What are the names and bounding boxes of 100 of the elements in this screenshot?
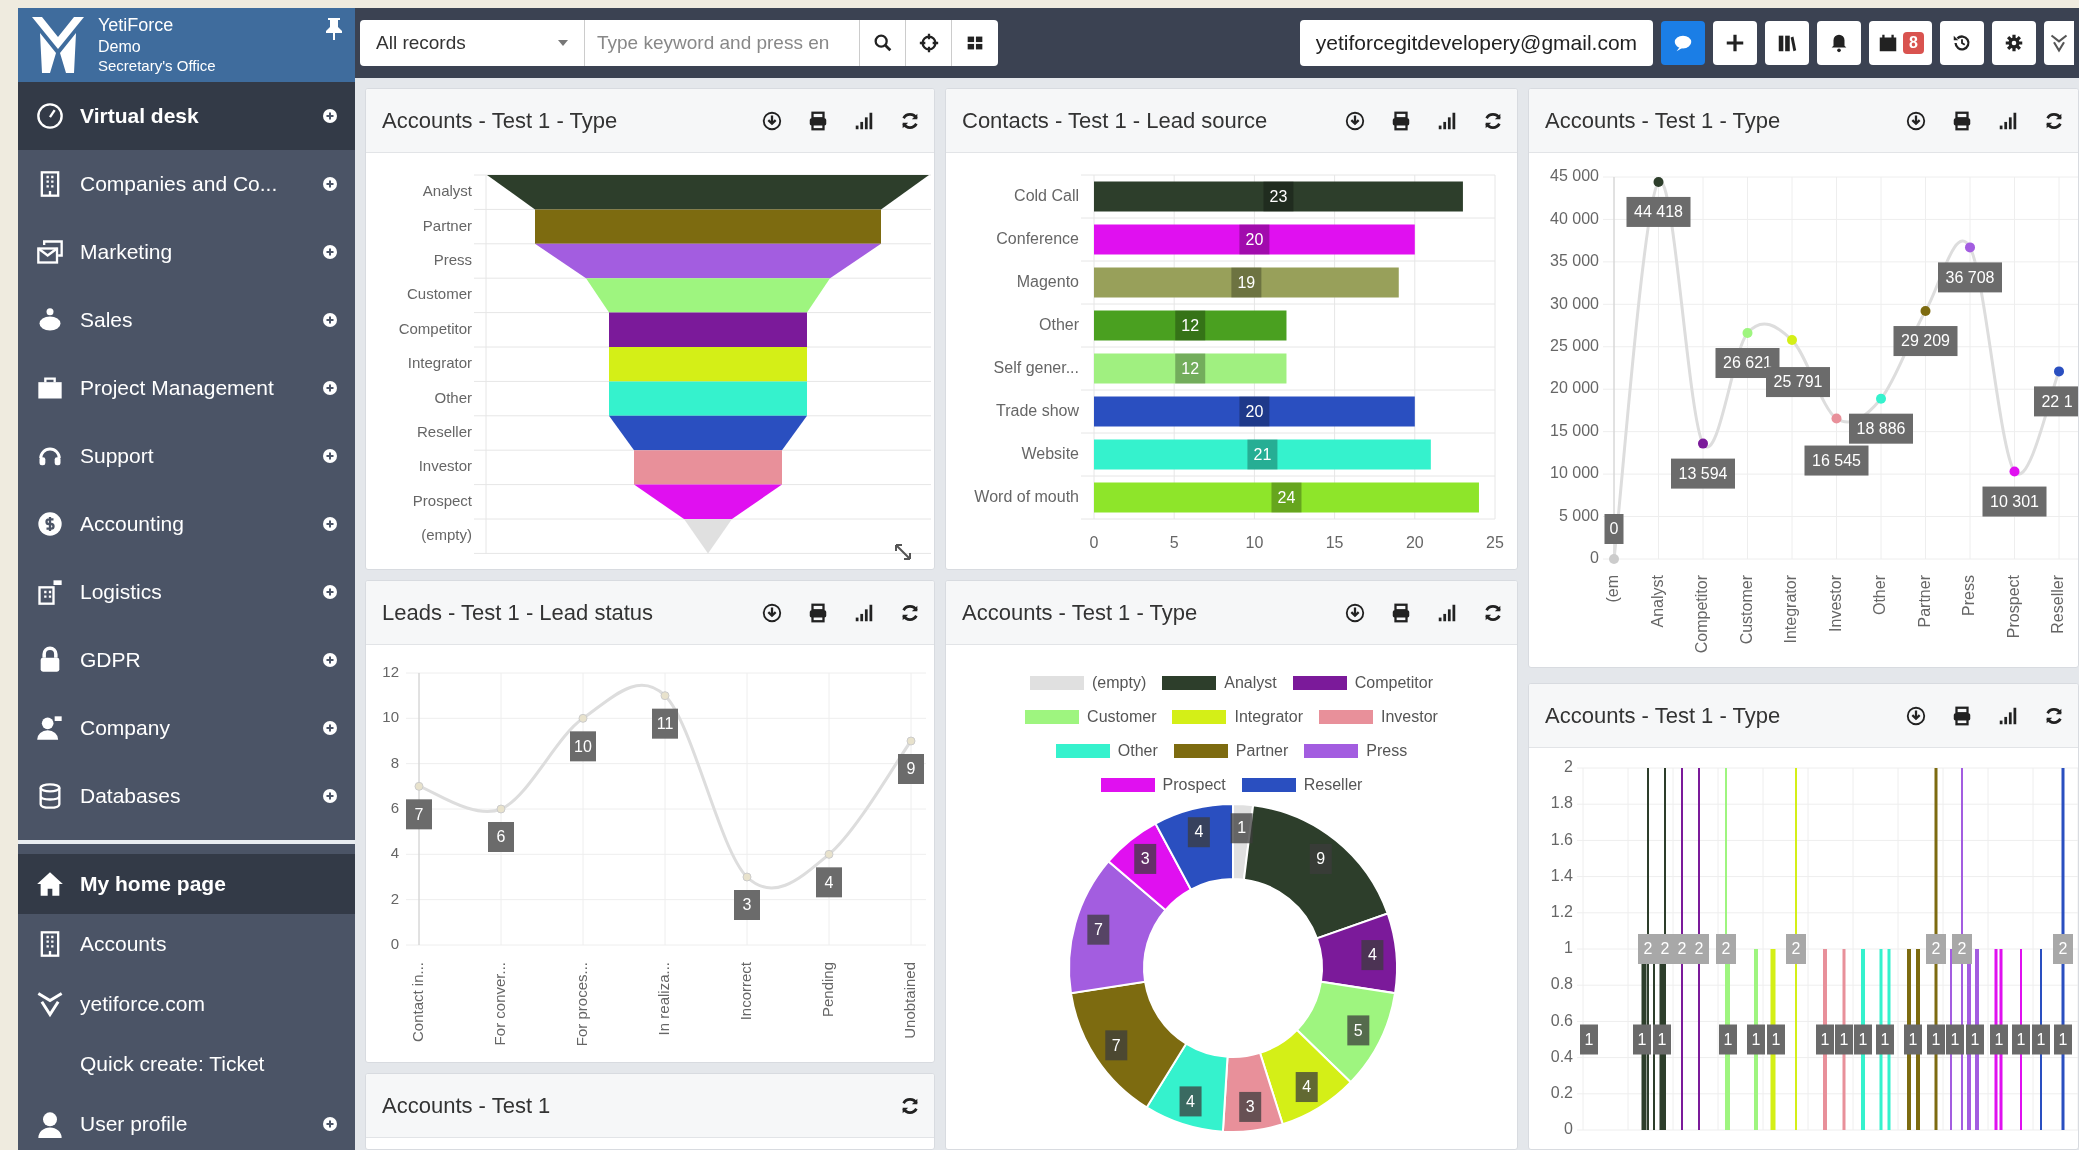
legend-label[interactable]: Prospect — [1162, 773, 1226, 797]
data-label: 24 — [1271, 482, 1302, 513]
add-button[interactable] — [1713, 21, 1758, 65]
data-label: 3 — [1239, 1091, 1262, 1122]
legend-label[interactable]: (empty) — [1092, 671, 1147, 695]
data-point — [578, 713, 588, 723]
data-label: 2 — [2053, 934, 2073, 964]
plus-circle-icon[interactable] — [323, 313, 337, 327]
data-label: 1 — [1653, 1024, 1671, 1055]
plus-circle-icon[interactable] — [323, 1117, 337, 1131]
data-label: 1 — [2012, 1024, 2030, 1055]
axis-label: In realiza... — [654, 962, 672, 1036]
plus-circle-icon[interactable] — [323, 789, 337, 803]
axis-label: Prospect — [412, 491, 472, 509]
plus-circle-icon[interactable] — [323, 517, 337, 531]
axis-label: Cold Call — [1014, 186, 1079, 204]
grid-button[interactable] — [952, 20, 998, 66]
legend-label[interactable]: Analyst — [1224, 671, 1277, 695]
brand-name: YetiForce — [98, 14, 175, 37]
axis-label: 1.6 — [1550, 830, 1573, 848]
data-point — [1698, 438, 1708, 449]
calendar-button[interactable]: 8 — [1869, 21, 1932, 65]
data-label: 2 — [1786, 934, 1806, 964]
tick-label: 0 — [1590, 549, 1599, 567]
tick-label: 30 000 — [1550, 294, 1599, 312]
plus-circle-icon[interactable] — [323, 653, 337, 667]
user-email-button[interactable]: yetiforcegitdevelopery@gmail.com — [1299, 20, 1654, 66]
library-button[interactable] — [1765, 21, 1810, 65]
legend-label[interactable]: Partner — [1235, 739, 1289, 763]
data-label: 12 — [1175, 310, 1206, 341]
legend-label[interactable]: Reseller — [1303, 773, 1363, 797]
print-icon — [1390, 109, 1412, 132]
history-button[interactable] — [1940, 21, 1984, 65]
axis-label: 2 — [1564, 758, 1573, 776]
legend-label[interactable]: Integrator — [1234, 705, 1303, 729]
plus-circle-icon[interactable] — [323, 109, 337, 123]
data-label: 7 — [1093, 920, 1103, 938]
axis-label: Press — [1960, 575, 1978, 616]
legend-label[interactable]: Press — [1366, 739, 1408, 763]
axis-label: (em — [1604, 575, 1622, 603]
data-label: 13 594 — [1671, 458, 1735, 489]
legend-label[interactable]: Competitor — [1354, 671, 1433, 695]
sidebar-item[interactable]: My home page — [18, 854, 355, 914]
data-label: 44 418 — [1626, 196, 1691, 227]
tick-label: 45 000 — [1550, 167, 1599, 185]
axis-label: Customer — [406, 285, 472, 303]
tick-label: 2 — [390, 889, 399, 907]
notifications-button[interactable] — [1817, 21, 1862, 65]
download-icon — [1905, 704, 1927, 727]
axis-label: Reseller — [2049, 575, 2067, 634]
axis-label: Investor — [418, 457, 472, 475]
plus-circle-icon[interactable] — [323, 585, 337, 599]
axis-label: Pending — [818, 962, 836, 1018]
data-label: 1 — [1854, 1024, 1872, 1055]
data-label: 4 — [1194, 823, 1204, 841]
data-label: 9 — [898, 754, 924, 784]
data-label: 1 — [1747, 1024, 1765, 1055]
resize-icon[interactable] — [895, 544, 911, 560]
data-label: 4 — [824, 873, 834, 891]
data-point — [2054, 366, 2064, 377]
settings-button[interactable] — [1992, 21, 2036, 65]
tick-label: 20 000 — [1550, 379, 1599, 397]
axis-label: 1.4 — [1550, 866, 1573, 884]
data-label: 5 — [1353, 1021, 1363, 1039]
data-label: 1 — [1946, 1024, 1964, 1055]
data-label: 23 — [1263, 181, 1294, 212]
axis-label: 1.2 — [1550, 903, 1573, 921]
data-label: 18 886 — [1849, 413, 1913, 444]
scope-select[interactable]: All records — [360, 20, 585, 66]
plus-circle-icon[interactable] — [323, 245, 337, 259]
print-icon — [807, 601, 829, 624]
legend-label[interactable]: Investor — [1380, 705, 1438, 729]
search-field[interactable]: Type keyword and press en — [585, 20, 860, 66]
data-label: 11 — [652, 708, 678, 739]
search-button[interactable] — [860, 20, 906, 66]
data-label: 1 — [1230, 813, 1253, 844]
axis-label: Partner — [1915, 575, 1933, 628]
download-icon — [1344, 601, 1366, 624]
tick-label: 0 — [1089, 534, 1099, 552]
axis-label: For proces... — [572, 962, 590, 1047]
plus-circle-icon[interactable] — [323, 381, 337, 395]
legend-label[interactable]: Customer — [1087, 705, 1157, 729]
tick-label: 12 — [382, 662, 399, 680]
legend-label[interactable]: Other — [1117, 739, 1158, 763]
data-label: 3 — [1140, 850, 1150, 868]
tick-label: 25 000 — [1550, 337, 1599, 354]
data-label: 4 — [1295, 1072, 1318, 1103]
chat-button[interactable] — [1661, 21, 1706, 65]
download-icon — [761, 109, 783, 132]
crosshair-button[interactable] — [906, 20, 952, 66]
plus-circle-icon[interactable] — [323, 721, 337, 735]
plus-circle-icon[interactable] — [323, 449, 337, 463]
account-menu-button[interactable] — [2044, 21, 2074, 65]
tick-label: 6 — [390, 798, 399, 816]
data-label: 1 — [1927, 1024, 1945, 1055]
pin-icon[interactable] — [325, 16, 343, 40]
axis-label: Integrator — [407, 354, 472, 372]
data-point — [824, 849, 834, 859]
sidebar-item[interactable]: Virtual desk — [18, 82, 355, 150]
plus-circle-icon[interactable] — [323, 177, 337, 191]
